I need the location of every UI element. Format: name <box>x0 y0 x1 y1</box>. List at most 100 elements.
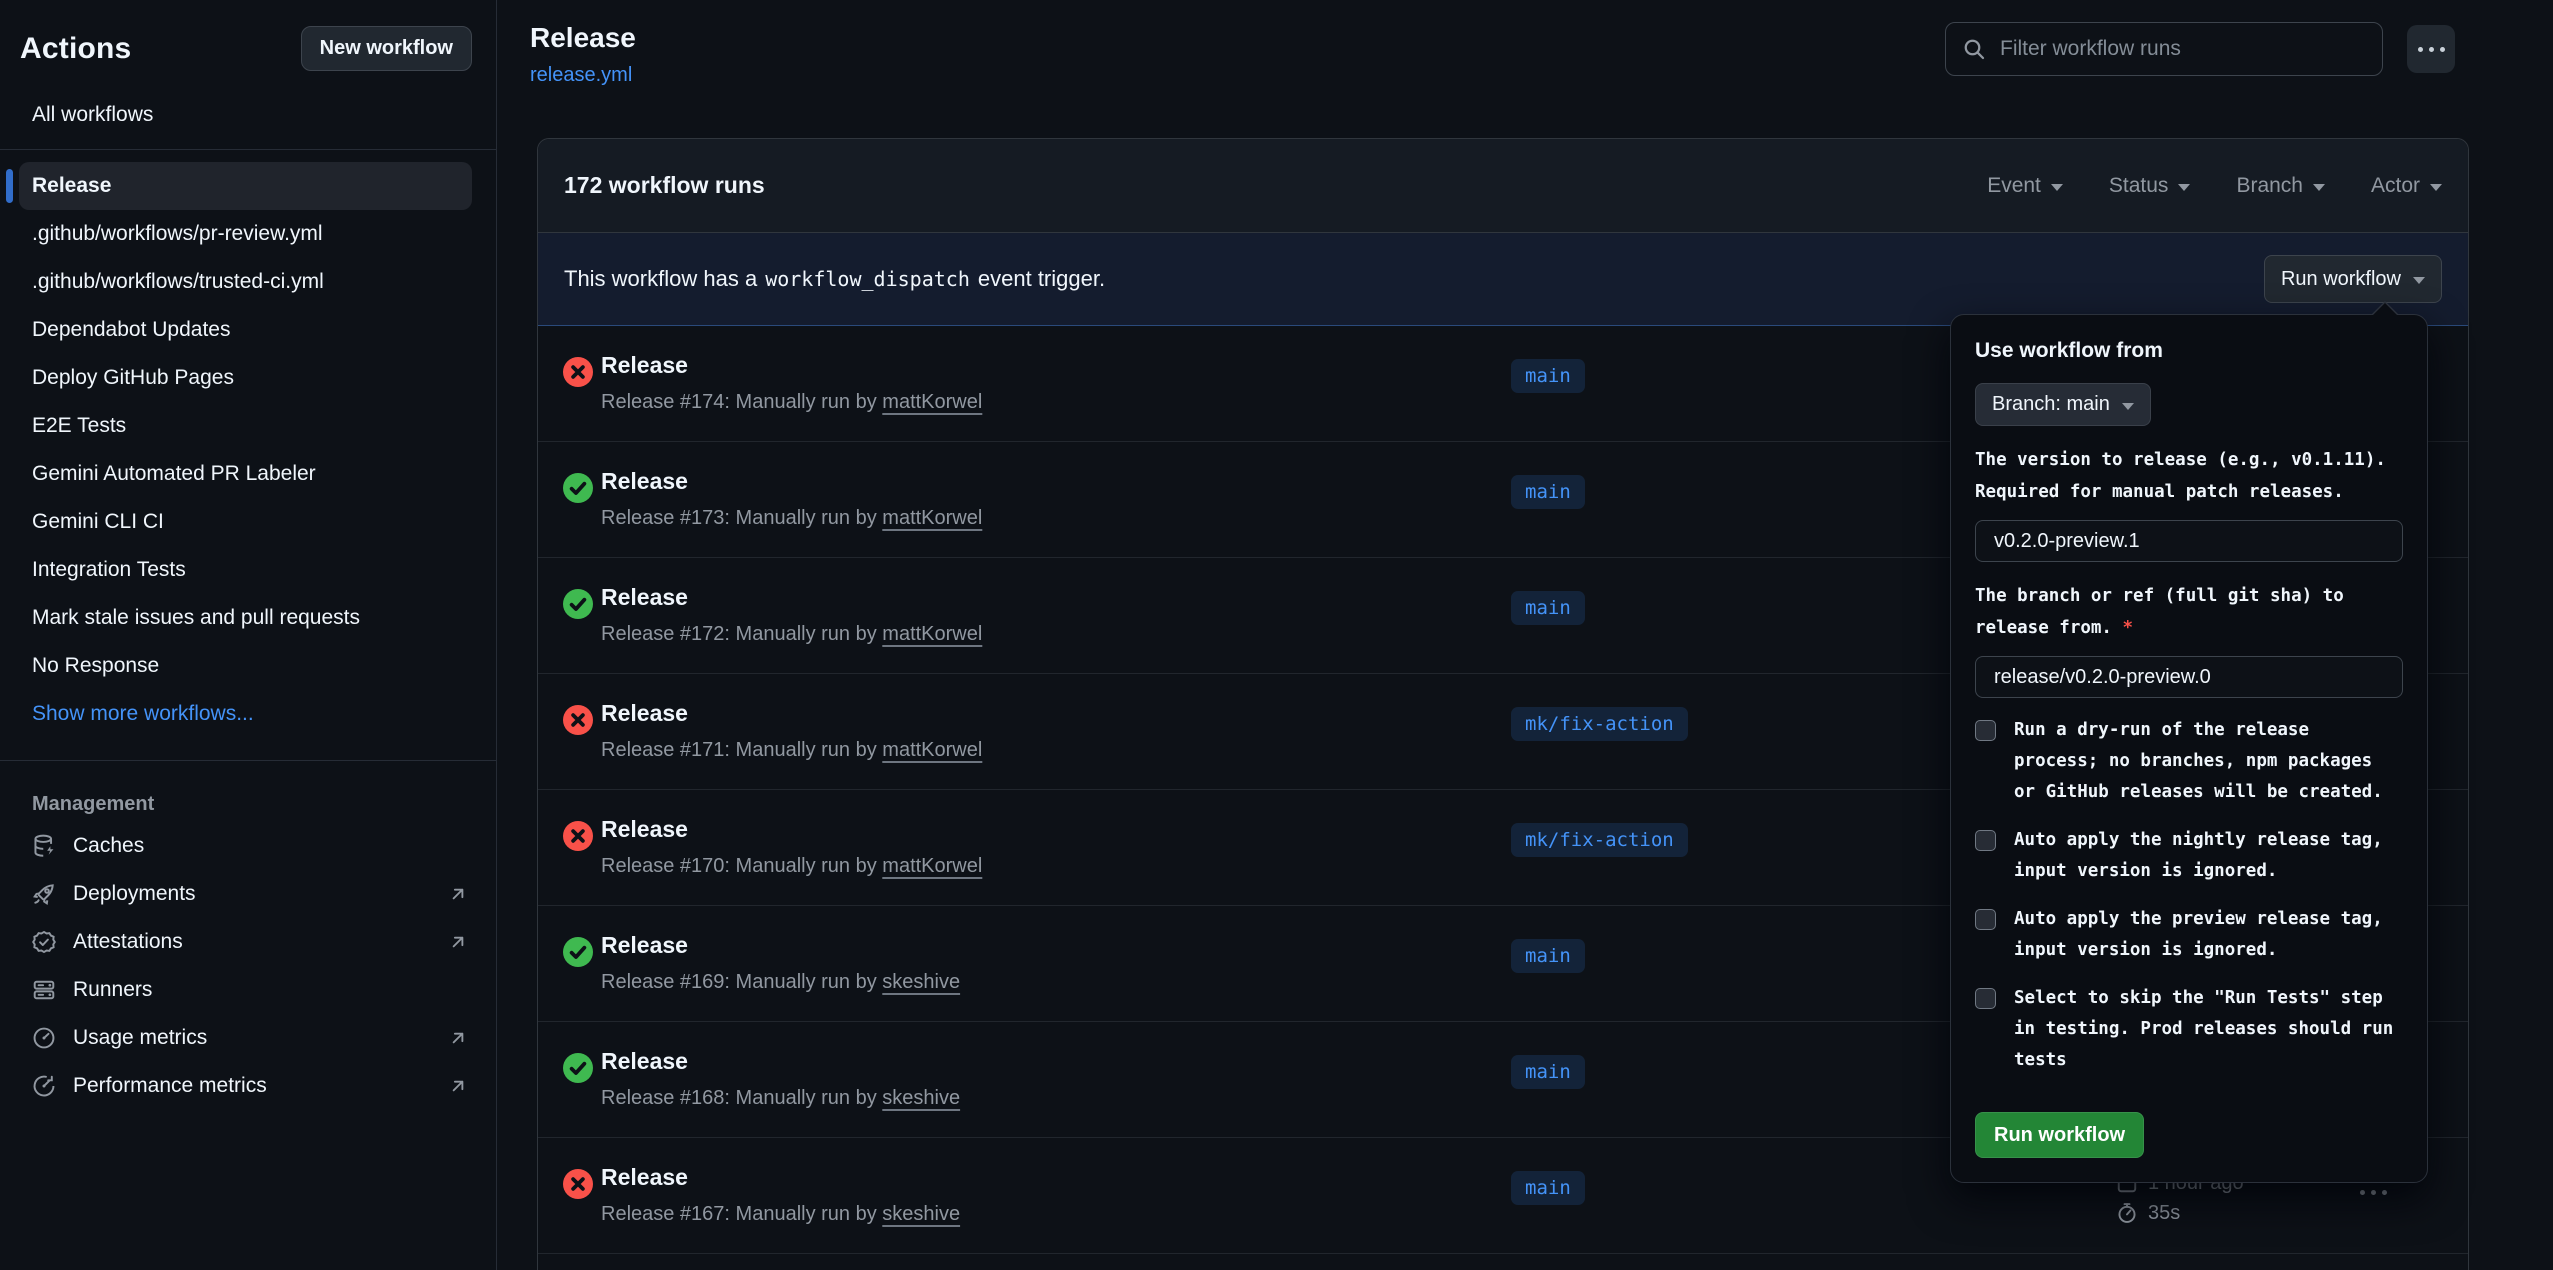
branch-select-button[interactable]: Branch: main <box>1975 383 2151 426</box>
chevron-down-icon <box>2051 184 2063 191</box>
external-link-icon <box>448 932 468 952</box>
run-options-kebab-button[interactable] <box>2350 1180 2397 1205</box>
filter-status[interactable]: Status <box>2109 174 2191 198</box>
run-description: Release #171: Manually run by mattKorwel <box>601 739 982 762</box>
popover-field: The version to release (e.g., v0.1.11). … <box>1975 444 2403 562</box>
run-title[interactable]: Release <box>601 700 688 727</box>
goal-icon <box>32 1074 56 1098</box>
workflow-runs-count: 172 workflow runs <box>564 172 765 199</box>
branch-badge[interactable]: main <box>1511 1055 1585 1089</box>
run-title[interactable]: Release <box>601 1048 688 1075</box>
external-link-icon <box>448 884 468 904</box>
filter-event[interactable]: Event <box>1987 174 2063 198</box>
workflow-file-link[interactable]: release.yml <box>530 64 632 87</box>
sidebar-item-e2e-tests[interactable]: E2E Tests <box>19 402 472 450</box>
management-item-label: Caches <box>73 834 144 858</box>
branch-badge[interactable]: main <box>1511 939 1585 973</box>
sidebar-item--github-workflows-trusted-ci-yml[interactable]: .github/workflows/trusted-ci.yml <box>19 258 472 306</box>
sidebar-item-usage-metrics[interactable]: Usage metrics <box>0 1014 496 1062</box>
management-item-label: Deployments <box>73 882 196 906</box>
branch-badge[interactable]: main <box>1511 591 1585 625</box>
branch-badge[interactable]: mk/fix-action <box>1511 707 1688 741</box>
workflow-item-label: Integration Tests <box>32 558 186 582</box>
branch-badge[interactable]: main <box>1511 475 1585 509</box>
workflow-item-label: E2E Tests <box>32 414 126 438</box>
filter-branch[interactable]: Branch <box>2236 174 2325 198</box>
workflow-options-kebab-button[interactable] <box>2407 25 2455 73</box>
workflow-item-label: No Response <box>32 654 159 678</box>
run-description: Release #173: Manually run by mattKorwel <box>601 507 982 530</box>
checkbox[interactable] <box>1975 720 1996 741</box>
sidebar-item-all-workflows[interactable]: All workflows <box>0 71 496 127</box>
new-workflow-button[interactable]: New workflow <box>301 26 472 71</box>
branch-badge[interactable]: main <box>1511 359 1585 393</box>
run-title[interactable]: Release <box>601 584 688 611</box>
checkbox-label: Run a dry-run of the release process; no… <box>2014 715 2396 808</box>
sidebar-item-gemini-cli-ci[interactable]: Gemini CLI CI <box>19 498 472 546</box>
x-circle-fill-icon <box>563 821 593 851</box>
actions-page: Actions New workflow All workflows Relea… <box>0 0 2553 1270</box>
branch-badge[interactable]: mk/fix-action <box>1511 823 1688 857</box>
stopwatch-icon <box>2116 1202 2138 1224</box>
sidebar-item-dependabot-updates[interactable]: Dependabot Updates <box>19 306 472 354</box>
sidebar-item-deploy-github-pages[interactable]: Deploy GitHub Pages <box>19 354 472 402</box>
sidebar-item-release[interactable]: Release <box>19 162 472 210</box>
sidebar-item-mark-stale-issues-and-pull-requests[interactable]: Mark stale issues and pull requests <box>19 594 472 642</box>
workflow-item-label: Deploy GitHub Pages <box>32 366 234 390</box>
workflow-item-label: Release <box>32 174 111 198</box>
filter-workflow-runs-input[interactable] <box>1998 36 2366 62</box>
sidebar-item-integration-tests[interactable]: Integration Tests <box>19 546 472 594</box>
runs-panel-header: 172 workflow runs Event Status Branch Ac… <box>538 139 2468 233</box>
run-duration: 35s <box>2148 1202 2180 1225</box>
check-circle-fill-icon <box>563 937 593 967</box>
run-description: Release #174: Manually run by mattKorwel <box>601 391 982 414</box>
field-input[interactable] <box>1975 520 2403 562</box>
actor-link[interactable]: skeshive <box>882 971 960 993</box>
check-circle-fill-icon <box>563 589 593 619</box>
run-title[interactable]: Release <box>601 932 688 959</box>
actor-link[interactable]: mattKorwel <box>882 391 982 413</box>
actor-link[interactable]: mattKorwel <box>882 855 982 877</box>
kebab-icon <box>2418 47 2423 52</box>
sidebar-item-no-response[interactable]: No Response <box>19 642 472 690</box>
sidebar-item-gemini-automated-pr-labeler[interactable]: Gemini Automated PR Labeler <box>19 450 472 498</box>
actor-link[interactable]: mattKorwel <box>882 739 982 761</box>
actor-link[interactable]: skeshive <box>882 1087 960 1109</box>
checkbox[interactable] <box>1975 830 1996 851</box>
sidebar-header: Actions New workflow <box>0 0 496 71</box>
workflow-item-label: Mark stale issues and pull requests <box>32 606 360 630</box>
sidebar-item-attestations[interactable]: Attestations <box>0 918 496 966</box>
show-more-workflows-link[interactable]: Show more workflows... <box>0 690 496 738</box>
field-description: The branch or ref (full git sha) to rele… <box>1975 580 2405 644</box>
run-title[interactable]: Release <box>601 1164 688 1191</box>
sidebar-item-performance-metrics[interactable]: Performance metrics <box>0 1062 496 1110</box>
workflow-item-label: Gemini CLI CI <box>32 510 164 534</box>
search-icon <box>1962 37 1986 61</box>
field-input[interactable] <box>1975 656 2403 698</box>
run-workflow-submit-button[interactable]: Run workflow <box>1975 1112 2144 1158</box>
sidebar-item-deployments[interactable]: Deployments <box>0 870 496 918</box>
popover-field: The branch or ref (full git sha) to rele… <box>1975 580 2403 698</box>
filter-actor[interactable]: Actor <box>2371 174 2442 198</box>
runs-filters: Event Status Branch Actor <box>1987 174 2442 198</box>
sidebar-item-caches[interactable]: Caches <box>0 822 496 870</box>
branch-badge[interactable]: main <box>1511 1171 1585 1205</box>
run-title[interactable]: Release <box>601 468 688 495</box>
run-title[interactable]: Release <box>601 352 688 379</box>
checkbox[interactable] <box>1975 988 1996 1009</box>
actor-link[interactable]: skeshive <box>882 1203 960 1225</box>
actions-sidebar: Actions New workflow All workflows Relea… <box>0 0 497 1270</box>
checkbox-label: Select to skip the "Run Tests" step in t… <box>2014 983 2396 1076</box>
chevron-down-icon <box>2178 184 2190 191</box>
management-item-label: Runners <box>73 978 152 1002</box>
management-list: Caches Deployments Attestations Runners … <box>0 822 496 1110</box>
sidebar-item--github-workflows-pr-review-yml[interactable]: .github/workflows/pr-review.yml <box>19 210 472 258</box>
popover-checkbox-row: Run a dry-run of the release process; no… <box>1975 715 2403 808</box>
checkbox[interactable] <box>1975 909 1996 930</box>
actor-link[interactable]: mattKorwel <box>882 623 982 645</box>
actor-link[interactable]: mattKorwel <box>882 507 982 529</box>
run-workflow-dropdown-button[interactable]: Run workflow <box>2264 255 2442 303</box>
divider <box>0 760 496 761</box>
sidebar-item-runners[interactable]: Runners <box>0 966 496 1014</box>
run-title[interactable]: Release <box>601 816 688 843</box>
